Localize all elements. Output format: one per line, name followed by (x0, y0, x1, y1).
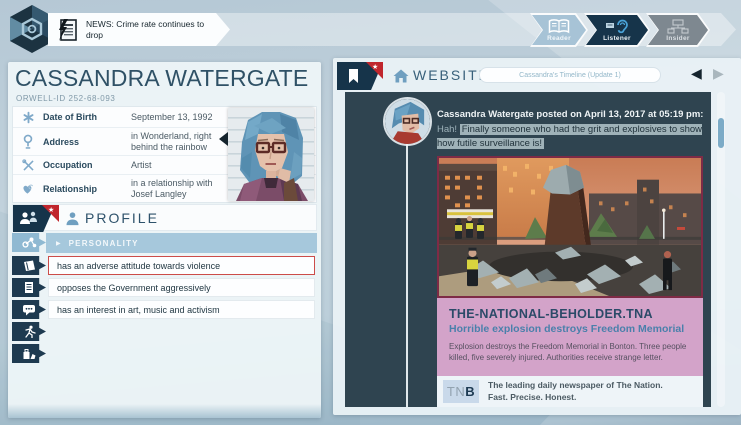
article-preview: THE-NATIONAL-BEHOLDER.TNA Horrible explo… (437, 298, 703, 376)
post-plain-text: Hah! (437, 124, 460, 135)
scrollbar-thumb[interactable] (718, 118, 724, 148)
book-icon (22, 260, 37, 272)
personality-category-tile[interactable] (12, 233, 46, 252)
datachunk-highlight[interactable]: Finally someone who had the grit and exp… (437, 124, 702, 149)
trait-item[interactable]: has an interest in art, music and activi… (48, 300, 315, 319)
asterisk-icon (22, 111, 35, 124)
speech-bubble-icon (22, 304, 36, 316)
panel-bottom-fade (8, 404, 321, 418)
subject-panel: CASSANDRA WATERGATE ORWELL-ID 252-68-093… (8, 62, 321, 418)
article-footer: TNB The leading daily newspaper of The N… (437, 376, 703, 407)
person-icon (65, 211, 80, 226)
article-headline: Horrible explosion destroys Freedom Memo… (449, 323, 691, 335)
webpage-content: Cassandra Watergate posted on April 13, … (345, 92, 711, 407)
profile-header: ★ PROFILE (12, 204, 317, 231)
book-icon (548, 19, 570, 34)
newspaper-tagline: The leading daily newspaper of The Natio… (488, 380, 663, 404)
trait-category-tile-notes[interactable] (12, 278, 46, 297)
url-bar[interactable]: Cassandra's Timeline (Update 1) (479, 67, 661, 83)
article-link-card: THE-NATIONAL-BEHOLDER.TNA Horrible explo… (437, 156, 703, 407)
article-summary: Explosion destroys the Freedom Memorial … (449, 341, 691, 363)
portrait-prev-arrow-icon[interactable] (219, 132, 228, 146)
tools-icon (22, 159, 35, 172)
trait-category-tile-speech[interactable] (12, 300, 46, 319)
personality-section-label: PERSONALITY (69, 239, 139, 248)
website-alert-badge: ★ (366, 62, 383, 79)
news-ticker[interactable]: NEWS: Crime rate continues to drop (48, 13, 230, 46)
belongings-icon (22, 348, 36, 360)
orwell-id: ORWELL-ID 252-68-093 (16, 94, 115, 103)
article-site-link[interactable]: THE-NATIONAL-BEHOLDER.TNA (449, 307, 691, 321)
tnb-logo: TNB (443, 380, 479, 403)
post-header: Cassandra Watergate posted on April 13, … (437, 109, 709, 120)
trait-item[interactable]: opposes the Government aggressively (48, 278, 315, 297)
news-icon (56, 18, 80, 42)
notepad-icon (23, 281, 35, 294)
nav-forward-arrow-icon[interactable]: ▶ (713, 66, 724, 82)
runner-icon (23, 325, 36, 338)
scrollbar-track[interactable] (717, 92, 725, 407)
personality-section-row[interactable]: ▶ PERSONALITY (46, 233, 317, 253)
trait-category-tile-book[interactable] (12, 256, 46, 275)
heart-icon (21, 183, 35, 195)
bookmark-icon (347, 68, 360, 84)
tab-reader-label: Reader (547, 35, 571, 42)
people-icon (19, 211, 39, 226)
post-body: Hah! Finally someone who had the grit an… (437, 123, 711, 151)
timeline-line (406, 144, 408, 407)
home-icon (393, 69, 409, 83)
network-icon (667, 19, 689, 34)
nav-back-arrow-icon[interactable]: ◀ (691, 66, 702, 82)
tab-listener-label: Listener (603, 35, 631, 42)
trait-item[interactable]: has an adverse attitude towards violence (48, 256, 315, 275)
chevron-right-icon: ▶ (56, 240, 61, 247)
trait-category-tile-belongings[interactable] (12, 344, 46, 363)
article-image (437, 156, 703, 298)
news-ticker-text: NEWS: Crime rate continues to drop (86, 19, 212, 40)
profile-title: PROFILE (85, 210, 159, 226)
ear-icon (604, 19, 630, 34)
poster-avatar (385, 99, 430, 144)
website-panel: ★ WEBSITE Cassandra's Timeline (Update 1… (333, 58, 741, 415)
molecule-icon (21, 236, 38, 249)
tab-insider-label: Insider (666, 35, 689, 42)
url-text: Cassandra's Timeline (Update 1) (519, 72, 621, 79)
trait-category-tile-activities[interactable] (12, 322, 46, 341)
profile-alert-badge: ★ (42, 205, 59, 222)
subject-portrait (228, 108, 314, 201)
subject-name: CASSANDRA WATERGATE (15, 65, 308, 92)
location-pin-icon (22, 134, 34, 149)
